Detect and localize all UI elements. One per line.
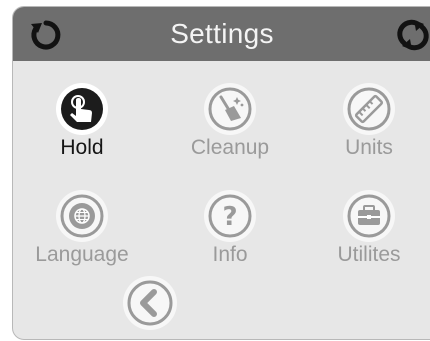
cleanup-icon-button (204, 83, 256, 135)
menu-item-utilites[interactable]: Utilites (314, 190, 424, 267)
hold-icon-button (56, 83, 108, 135)
units-icon-button (343, 83, 395, 135)
page-title: Settings (170, 18, 274, 49)
menu-item-units[interactable]: Units (314, 83, 424, 160)
menu-item-hold[interactable]: Hold (27, 83, 137, 160)
hand-touch-icon (61, 88, 103, 130)
menu-label-info: Info (212, 243, 248, 266)
menu-item-language[interactable]: Language (27, 190, 137, 267)
language-icon-button (56, 190, 108, 242)
broom-icon (208, 87, 252, 131)
sync-icon[interactable] (396, 18, 430, 52)
menu-label-hold: Hold (60, 136, 104, 159)
back-button[interactable] (123, 276, 177, 330)
chevron-left-icon (127, 280, 173, 326)
menu-item-cleanup[interactable]: Cleanup (175, 83, 285, 160)
menu-label-language: Language (35, 243, 129, 266)
header-bar: Settings (13, 7, 430, 61)
toolbox-icon (347, 194, 391, 238)
globe-icon (60, 194, 104, 238)
settings-panel: Settings Hold Cleanup Units Language ? I… (12, 6, 430, 340)
menu-label-units: Units (345, 136, 393, 159)
help-icon: ? (208, 194, 252, 238)
info-icon-button: ? (204, 190, 256, 242)
ruler-icon (347, 87, 391, 131)
menu-item-info[interactable]: ? Info (175, 190, 285, 267)
menu-label-cleanup: Cleanup (190, 136, 270, 159)
svg-text:?: ? (222, 202, 237, 232)
utilites-icon-button (343, 190, 395, 242)
menu-label-utilites: Utilites (337, 243, 401, 266)
